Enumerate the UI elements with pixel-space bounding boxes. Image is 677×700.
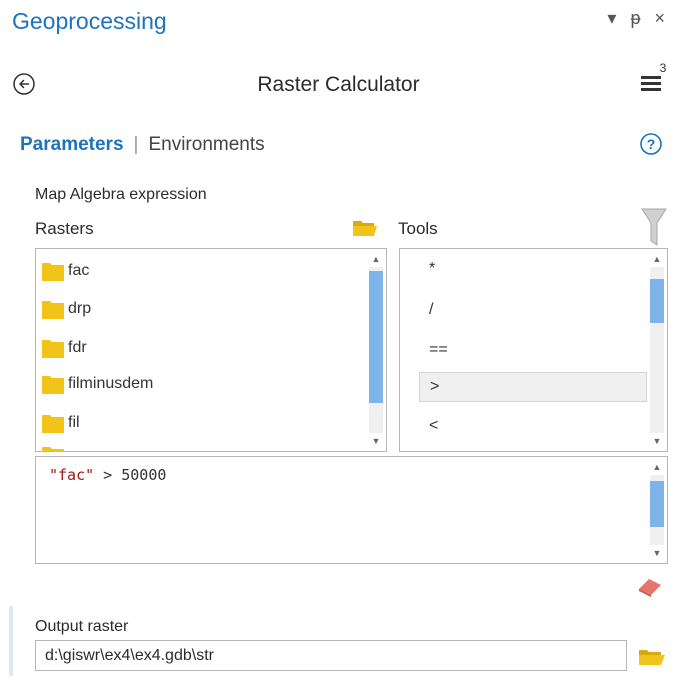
folder-icon bbox=[42, 301, 64, 319]
tool-item[interactable]: < bbox=[419, 411, 647, 441]
rasters-label: Rasters bbox=[35, 219, 94, 238]
scroll-down-icon[interactable]: ▼ bbox=[650, 547, 664, 559]
expression-label: Map Algebra expression bbox=[35, 186, 207, 203]
help-icon[interactable]: ? bbox=[639, 132, 663, 156]
scrollbar-thumb[interactable] bbox=[369, 271, 383, 403]
focus-accent-bar bbox=[9, 606, 13, 676]
raster-label: fdr bbox=[68, 339, 87, 356]
tab-parameters[interactable]: Parameters bbox=[20, 134, 124, 156]
expression-text: "fac" > 50000 bbox=[49, 466, 166, 484]
raster-label: filminusdem bbox=[68, 375, 154, 392]
folder-icon bbox=[42, 376, 64, 394]
pane-controls: ▾ ᵽ × bbox=[607, 8, 665, 29]
folder-icon bbox=[42, 263, 64, 281]
raster-label: drp bbox=[68, 300, 92, 317]
list-item[interactable]: drp bbox=[42, 299, 91, 319]
tool-item[interactable]: * bbox=[419, 254, 647, 284]
pane-title: Geoprocessing bbox=[12, 8, 167, 34]
tool-item-selected[interactable]: > bbox=[419, 372, 647, 402]
menu-badge: 3 bbox=[660, 61, 667, 75]
folder-icon bbox=[42, 340, 64, 358]
raster-label: fac bbox=[68, 262, 90, 279]
filter-icon[interactable] bbox=[641, 207, 667, 247]
list-item[interactable]: fac bbox=[42, 261, 89, 281]
pin-button[interactable]: ᵽ bbox=[630, 8, 640, 29]
tools-label: Tools bbox=[398, 219, 438, 238]
eraser-icon[interactable] bbox=[636, 576, 664, 598]
close-button[interactable]: × bbox=[654, 8, 665, 29]
expression-string: "fac" bbox=[49, 466, 95, 484]
tools-list[interactable]: * / == > < ▲ ▼ bbox=[399, 248, 668, 452]
pane-options-button[interactable]: ▾ bbox=[607, 8, 616, 29]
list-item[interactable]: fil bbox=[42, 413, 80, 433]
expression-editor[interactable]: "fac" > 50000 ▲ ▼ bbox=[35, 456, 668, 564]
expression-scrollbar[interactable]: ▲ ▼ bbox=[650, 461, 664, 559]
list-item-partial[interactable] bbox=[42, 445, 64, 451]
scroll-up-icon[interactable]: ▲ bbox=[369, 253, 383, 265]
scroll-down-icon[interactable]: ▼ bbox=[369, 435, 383, 447]
tab-separator: | bbox=[133, 134, 139, 155]
tool-title: Raster Calculator bbox=[257, 73, 420, 96]
list-item[interactable]: fdr bbox=[42, 338, 87, 358]
rasters-scrollbar[interactable]: ▲ ▼ bbox=[369, 253, 383, 447]
menu-icon[interactable]: 3 bbox=[637, 60, 667, 96]
svg-text:?: ? bbox=[647, 136, 656, 152]
rasters-list[interactable]: fac drp fdr filminusdem fil ▲ ▼ bbox=[35, 248, 387, 452]
raster-label: fil bbox=[68, 414, 80, 431]
folder-icon bbox=[42, 447, 64, 451]
scroll-down-icon[interactable]: ▼ bbox=[650, 435, 664, 447]
scrollbar-thumb[interactable] bbox=[650, 279, 664, 323]
folder-icon bbox=[42, 415, 64, 433]
tool-item[interactable]: / bbox=[419, 295, 647, 325]
scroll-up-icon[interactable]: ▲ bbox=[650, 461, 664, 473]
output-raster-field[interactable] bbox=[35, 640, 627, 671]
scroll-up-icon[interactable]: ▲ bbox=[650, 253, 664, 265]
output-raster-label: Output raster bbox=[35, 618, 129, 635]
tab-bar: Parameters | Environments bbox=[20, 134, 265, 156]
list-item[interactable]: filminusdem bbox=[42, 374, 153, 394]
scrollbar-thumb[interactable] bbox=[650, 481, 664, 527]
tab-environments[interactable]: Environments bbox=[148, 134, 264, 156]
folder-icon[interactable] bbox=[638, 647, 666, 667]
folder-icon[interactable] bbox=[352, 218, 378, 238]
expression-operator-value: > 50000 bbox=[94, 466, 167, 484]
tool-item[interactable]: == bbox=[419, 335, 647, 365]
tools-scrollbar[interactable]: ▲ ▼ bbox=[650, 253, 664, 447]
